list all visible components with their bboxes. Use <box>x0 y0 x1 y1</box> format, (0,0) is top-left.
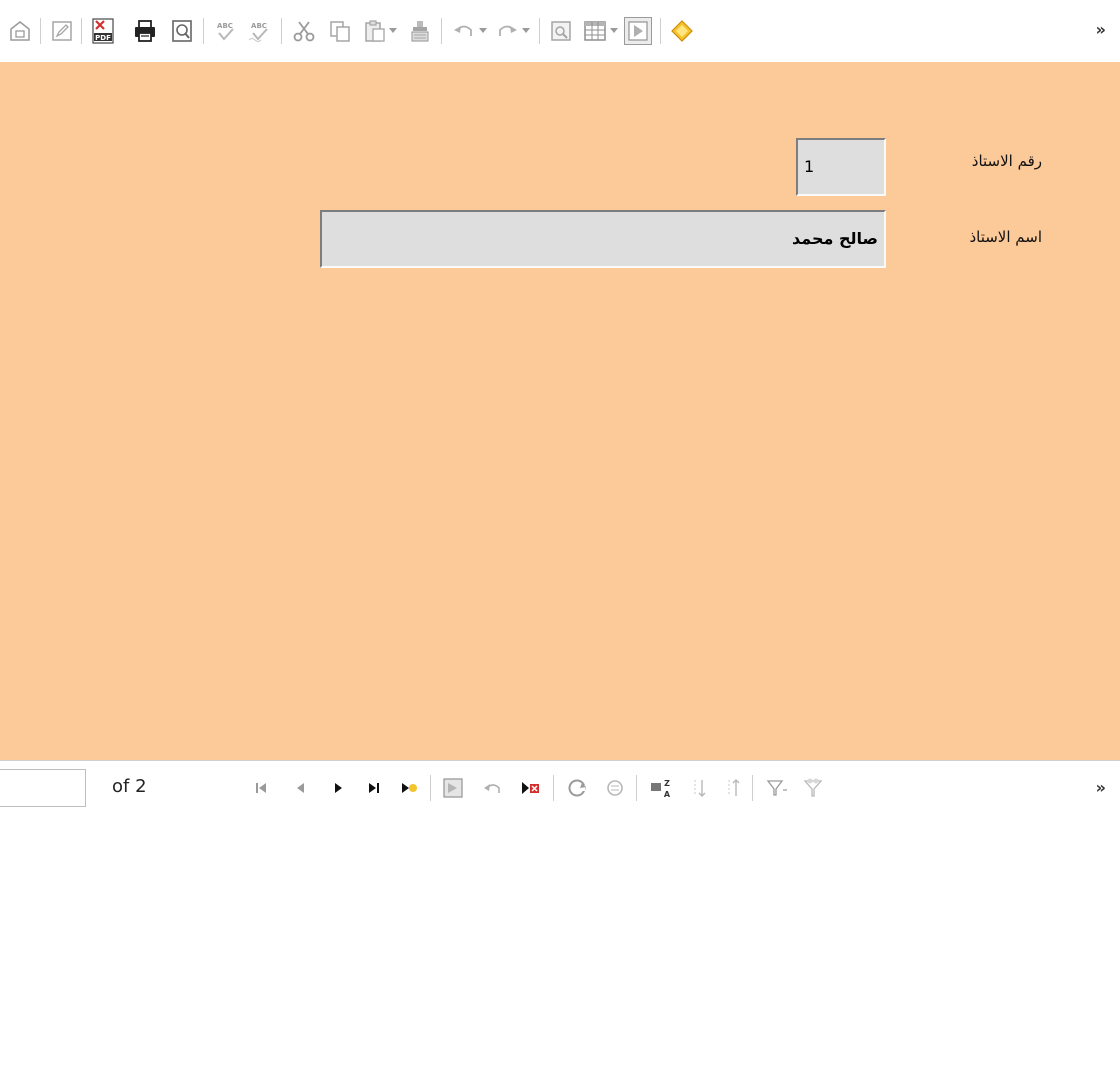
print-preview-icon[interactable] <box>168 17 196 45</box>
paste-icon[interactable] <box>361 17 389 45</box>
last-record-icon[interactable] <box>361 775 387 801</box>
sort-icon[interactable]: ZA <box>648 775 674 801</box>
refresh-icon[interactable] <box>564 775 590 801</box>
sort-descending-icon[interactable] <box>720 775 746 801</box>
refresh-control-icon[interactable] <box>602 775 628 801</box>
design-mode-icon[interactable] <box>624 17 652 45</box>
wizard-icon[interactable] <box>668 17 696 45</box>
edit-file-icon[interactable] <box>6 17 34 45</box>
clone-formatting-icon[interactable] <box>406 17 434 45</box>
teacher-name-label: اسم الاستاذ <box>969 228 1042 246</box>
undo-icon[interactable] <box>450 17 478 45</box>
undo-dropdown-icon[interactable] <box>478 22 488 40</box>
cut-icon[interactable] <box>290 17 318 45</box>
toolbar-separator <box>40 18 41 44</box>
nav-separator <box>636 775 637 801</box>
toolbar-separator <box>281 18 282 44</box>
sort-ascending-icon[interactable] <box>686 775 712 801</box>
toolbar-more-icon[interactable]: » <box>1096 20 1106 39</box>
delete-record-icon[interactable] <box>518 775 544 801</box>
edit-mode-icon[interactable] <box>48 17 76 45</box>
toolbar-separator <box>539 18 540 44</box>
new-record-icon[interactable] <box>396 775 422 801</box>
navigator-icon[interactable] <box>547 17 575 45</box>
previous-record-icon[interactable] <box>288 775 314 801</box>
teacher-number-label: رقم الاستاذ <box>971 152 1042 170</box>
spelling-icon[interactable]: ABC <box>211 17 239 45</box>
paste-dropdown-icon[interactable] <box>388 22 398 40</box>
svg-text:ABC: ABC <box>251 22 267 30</box>
export-pdf-icon[interactable]: PDF <box>89 17 117 45</box>
svg-text:PDF: PDF <box>95 34 111 42</box>
next-record-icon[interactable] <box>325 775 351 801</box>
table-icon[interactable] <box>581 17 609 45</box>
autospell-icon[interactable]: ABC <box>245 17 273 45</box>
svg-text:ABC: ABC <box>217 22 233 30</box>
nav-separator <box>430 775 431 801</box>
record-number-input[interactable] <box>0 769 86 807</box>
nav-separator <box>553 775 554 801</box>
teacher-number-field[interactable]: 1 <box>796 138 886 196</box>
table-dropdown-icon[interactable] <box>609 22 619 40</box>
redo-icon[interactable] <box>493 17 521 45</box>
form-filter-icon[interactable] <box>800 775 826 801</box>
autofilter-icon[interactable] <box>764 775 790 801</box>
toolbar-separator <box>81 18 82 44</box>
undo-record-icon[interactable] <box>480 775 506 801</box>
toolbar-separator <box>660 18 661 44</box>
standard-toolbar: PDF ABC ABC » <box>0 0 1120 63</box>
copy-icon[interactable] <box>326 17 354 45</box>
redo-dropdown-icon[interactable] <box>521 22 531 40</box>
form-canvas: رقم الاستاذ 1 اسم الاستاذ صالح محمد <box>0 62 1120 760</box>
print-icon[interactable] <box>131 17 159 45</box>
first-record-icon[interactable] <box>248 775 274 801</box>
toolbar-separator <box>441 18 442 44</box>
record-count-label: of 2 <box>112 776 147 797</box>
svg-text:A: A <box>664 790 671 799</box>
nav-more-icon[interactable]: » <box>1096 778 1106 797</box>
svg-text:Z: Z <box>664 779 670 788</box>
teacher-name-field[interactable]: صالح محمد <box>320 210 886 268</box>
toolbar-separator <box>203 18 204 44</box>
form-navigation-toolbar: of 2 ZA » <box>0 760 1120 1074</box>
nav-separator <box>752 775 753 801</box>
save-record-icon[interactable] <box>440 775 466 801</box>
